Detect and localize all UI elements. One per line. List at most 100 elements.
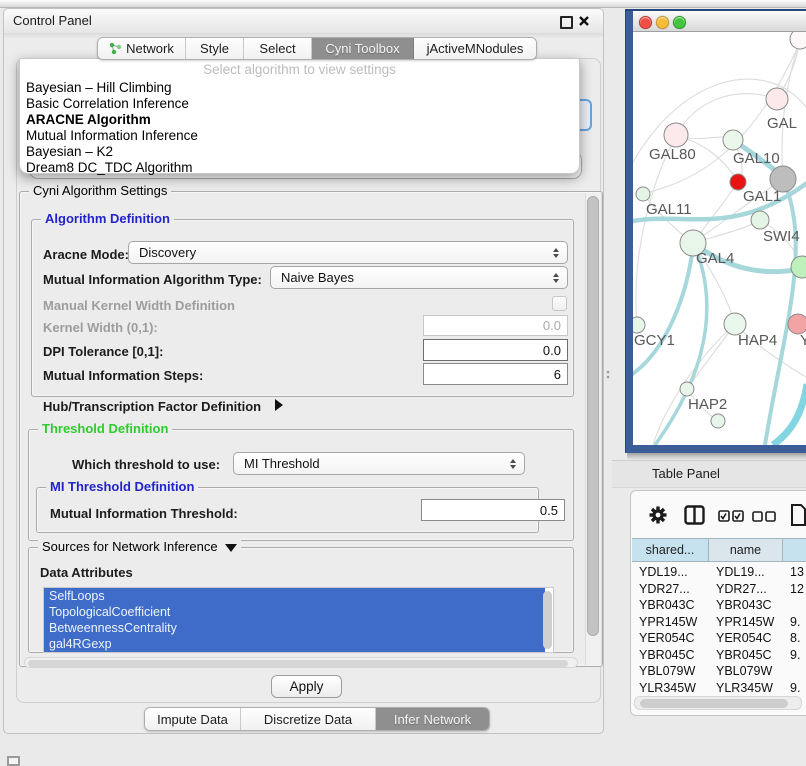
algorithm-dropdown-popup: Select algorithm to view settings Bayesi… — [19, 58, 580, 174]
float-window-icon[interactable] — [560, 16, 573, 29]
mi-threshold-field[interactable]: 0.5 — [421, 499, 565, 521]
node-label: GAL1 — [743, 188, 781, 205]
node-label: GAL — [767, 115, 797, 132]
network-node[interactable] — [711, 414, 725, 428]
list-item[interactable]: BetweennessCentrality — [44, 620, 545, 636]
gear-icon[interactable] — [649, 506, 667, 524]
dropdown-item[interactable]: Dream8 DC_TDC Algorithm — [26, 160, 193, 175]
network-node[interactable] — [766, 88, 788, 110]
window-close-button[interactable] — [639, 16, 652, 29]
combo-stepper-icon — [553, 273, 559, 283]
cell — [783, 663, 806, 680]
sources-header[interactable]: Sources for Network Inference — [38, 539, 241, 554]
cell: YDR27... — [709, 581, 783, 598]
dropdown-item[interactable]: Basic Correlation Inference — [26, 96, 189, 111]
list-item[interactable]: TopologicalCoefficient — [44, 604, 545, 620]
deselect-all-checkboxes-icon[interactable] — [752, 511, 776, 522]
node-label: GAL4 — [696, 250, 734, 267]
aracne-mode-combo[interactable]: Discovery — [128, 241, 568, 264]
network-node[interactable] — [680, 382, 694, 396]
network-node[interactable] — [790, 32, 806, 49]
tab-infer-network[interactable]: Infer Network — [376, 708, 489, 730]
control-panel-titlebar — [4, 9, 603, 34]
settings-vertical-scrollbar-thumb[interactable] — [587, 196, 599, 636]
apply-button[interactable]: Apply — [271, 675, 342, 698]
dropdown-item[interactable]: Bayesian – K2 — [26, 144, 113, 159]
kernel-width-label: Kernel Width (0,1): — [43, 320, 158, 335]
column-header-third[interactable]: A — [783, 538, 806, 562]
window-zoom-button[interactable] — [673, 16, 686, 29]
document-icon[interactable] — [790, 503, 806, 527]
minimized-panel-icon[interactable] — [7, 756, 20, 766]
window-minimize-button[interactable] — [656, 16, 669, 29]
close-icon[interactable] — [578, 15, 590, 27]
dropdown-item-selected[interactable]: ARACNE Algorithm — [26, 112, 151, 127]
tab-style[interactable]: Style — [186, 38, 244, 59]
column-header-shared[interactable]: shared... — [632, 538, 709, 562]
table-row[interactable]: YBR043C YBR043C — [632, 597, 806, 614]
kernel-width-field[interactable]: 0.0 — [423, 315, 568, 336]
dpi-tolerance-label: DPI Tolerance [0,1]: — [43, 344, 163, 359]
table-row[interactable]: YBR045C YBR045C 9. — [632, 647, 806, 664]
kernel-width-value: 0.0 — [543, 318, 561, 333]
settings-vertical-scrollbar[interactable] — [585, 193, 602, 665]
network-node[interactable] — [788, 314, 806, 334]
tab-impute-data[interactable]: Impute Data — [145, 708, 241, 730]
combo-stepper-icon — [510, 459, 516, 469]
network-node[interactable] — [751, 211, 769, 229]
network-canvas[interactable]: GAL GAL80 GAL10 GAL1 GAL11 GAL4 SWI4 GCY… — [633, 32, 806, 445]
control-panel-tabbar: Network Style Select Cyni Toolbox jActiv… — [97, 37, 537, 60]
hub-expand-icon[interactable] — [275, 399, 283, 411]
tab-cyni-toolbox[interactable]: Cyni Toolbox — [312, 38, 414, 59]
list-scrollbar-thumb[interactable] — [543, 591, 552, 649]
mi-algorithm-type-combo[interactable]: Naive Bayes — [270, 266, 568, 289]
data-attributes-list[interactable]: SelfLoops TopologicalCoefficient Between… — [43, 587, 554, 653]
network-window-shadow — [627, 453, 806, 460]
tab-network-label: Network — [126, 41, 174, 56]
cell: YLR345W — [632, 680, 709, 697]
hub-definition-label: Hub/Transcription Factor Definition — [43, 399, 261, 414]
list-item[interactable]: SelfLoops — [44, 588, 545, 604]
dpi-tolerance-field[interactable]: 0.0 — [423, 339, 568, 361]
columns-icon[interactable] — [684, 505, 705, 525]
table-row[interactable]: YLR345W YLR345W 9. — [632, 680, 806, 697]
select-all-checkboxes-icon[interactable] — [718, 510, 744, 522]
network-node[interactable] — [633, 317, 645, 333]
cyni-bottom-tabbar: Impute Data Discretize Data Infer Networ… — [144, 707, 490, 731]
dpi-tolerance-value: 0.0 — [543, 343, 561, 358]
table-row[interactable]: YDR27... YDR27... 12 — [632, 581, 806, 598]
mi-steps-field[interactable]: 6 — [423, 363, 568, 385]
mi-algorithm-type-label: Mutual Information Algorithm Type: — [43, 272, 262, 287]
table-row[interactable]: YPR145W YPR145W 9. — [632, 614, 806, 631]
network-node[interactable] — [636, 187, 650, 201]
dropdown-item[interactable]: Mutual Information Inference — [26, 128, 198, 143]
hub-definition-toggle[interactable]: Hub/Transcription Factor Definition — [43, 399, 283, 414]
tab-network[interactable]: Network — [98, 38, 186, 59]
dropdown-item[interactable]: Bayesian – Hill Climbing — [26, 80, 172, 95]
table-horizontal-scrollbar-thumb[interactable] — [640, 699, 788, 708]
tab-discretize-data[interactable]: Discretize Data — [241, 708, 376, 730]
aracne-mode-value: Discovery — [139, 245, 196, 260]
column-header-name[interactable]: name — [709, 538, 783, 562]
list-item[interactable]: gal4RGexp — [44, 636, 545, 652]
manual-kernel-checkbox[interactable] — [552, 296, 567, 311]
table-horizontal-scrollbar[interactable] — [634, 696, 802, 710]
network-node[interactable] — [664, 123, 688, 147]
sources-collapse-icon[interactable] — [225, 544, 237, 552]
which-threshold-combo[interactable]: MI Threshold — [233, 452, 525, 475]
node-label: GAL10 — [733, 150, 780, 167]
panel-splitter-handle[interactable] — [606, 370, 610, 379]
table-row[interactable]: YDL19... YDL19... 13 — [632, 564, 806, 581]
cyni-algorithm-settings-title: Cyni Algorithm Settings — [29, 183, 171, 198]
table-row[interactable]: YBL079W YBL079W — [632, 663, 806, 680]
tab-select[interactable]: Select — [244, 38, 312, 59]
settings-horizontal-scrollbar-thumb[interactable] — [28, 660, 568, 667]
network-node[interactable] — [723, 130, 743, 150]
table-header-row: shared... name A — [632, 538, 806, 562]
tab-jactivemnodules[interactable]: jActiveMNodules — [414, 38, 536, 59]
settings-horizontal-scrollbar[interactable] — [24, 657, 578, 668]
table-row[interactable]: YER054C YER054C 8. — [632, 630, 806, 647]
tab-discretize-data-label: Discretize Data — [264, 712, 352, 727]
table-panel-title: Table Panel — [652, 466, 720, 481]
data-attributes-label: Data Attributes — [40, 565, 133, 580]
